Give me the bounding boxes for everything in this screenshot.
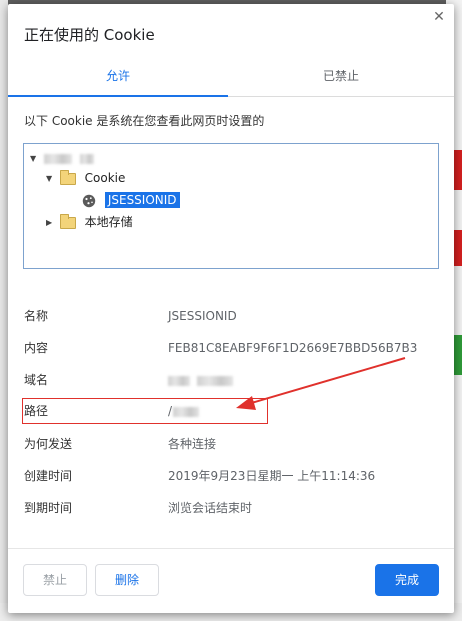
detail-label: 创建时间 [24,469,73,483]
tab-blocked[interactable]: 已禁止 [231,62,451,96]
tree-item-cookie[interactable]: JSESSIONID [82,190,180,210]
blurred-site-name [79,153,94,164]
remove-button[interactable]: 删除 [95,564,159,596]
cookies-dialog: ✕ 正在使用的 Cookie 允许 已禁止 以下 Cookie 是系统在您查看此… [8,4,454,613]
detail-label: 到期时间 [24,501,73,515]
detail-row-send-for: 为何发送 各种连接 [24,434,434,454]
tree-item-cookie-folder[interactable]: ▼ Cookie [46,168,125,188]
detail-value: 各种连接 [168,437,217,451]
detail-value: 浏览会话结束时 [168,501,253,515]
tree-item-local-storage[interactable]: ▶ 本地存储 [46,212,133,232]
detail-value: JSESSIONID [168,309,237,323]
detail-value-blurred [168,370,233,390]
close-icon[interactable]: ✕ [430,8,448,26]
tab-allowed[interactable]: 允许 [8,62,228,97]
detail-value: FEB81C8EABF9F6F1D2669E7BBD56B7B3 [168,341,418,355]
block-button[interactable]: 禁止 [23,564,87,596]
blurred-domain [168,375,190,386]
description-text: 以下 Cookie 是系统在您查看此网页时设置的 [24,114,265,128]
expand-triangle-icon[interactable]: ▼ [46,169,56,189]
blurred-site-name [43,153,72,164]
blurred-domain [196,375,233,386]
annotation-highlight-box [22,398,268,424]
detail-label: 为何发送 [24,437,73,451]
detail-row-expires: 到期时间 浏览会话结束时 [24,498,434,518]
expand-triangle-icon[interactable]: ▼ [30,149,40,169]
tree-item-label: 本地存储 [84,215,133,229]
folder-icon [59,169,76,185]
collapse-triangle-icon[interactable]: ▶ [46,213,56,233]
detail-row-domain: 域名 [24,370,434,390]
detail-value: 2019年9月23日星期一 上午11:14:36 [168,469,376,483]
cookie-icon [82,194,96,207]
detail-label: 域名 [24,373,49,387]
tab-bar: 允许 已禁止 [8,62,454,97]
footer-divider [8,548,454,549]
detail-row-content: 内容 FEB81C8EABF9F6F1D2669E7BBD56B7B3 [24,338,434,358]
detail-label: 名称 [24,309,49,323]
selected-cookie-label: JSESSIONID [104,192,180,208]
detail-row-name: 名称 JSESSIONID [24,306,434,326]
cookie-tree[interactable]: ▼ ▼ Cookie JSESSIONID ▶ 本地存储 [23,143,439,269]
dialog-title: 正在使用的 Cookie [24,26,155,44]
tree-item-label: Cookie [84,171,126,185]
folder-icon [59,213,76,229]
done-button[interactable]: 完成 [375,564,439,596]
detail-label: 内容 [24,341,49,355]
detail-row-created: 创建时间 2019年9月23日星期一 上午11:14:36 [24,466,434,486]
tree-item-site[interactable]: ▼ [30,148,94,168]
background-page-left [0,0,8,621]
